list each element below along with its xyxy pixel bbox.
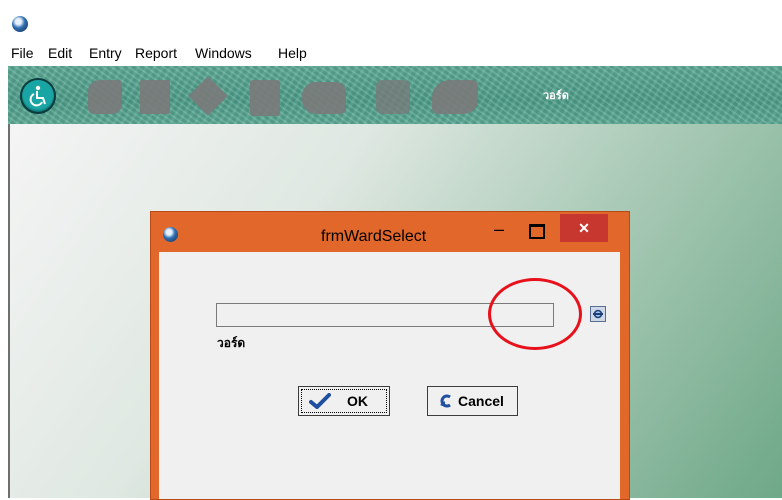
toolbar-people-icon[interactable]	[302, 82, 346, 114]
menu-bar: File Edit Entry Report Windows Help	[8, 40, 782, 66]
ok-label: OK	[347, 393, 368, 409]
toolbar-book-icon[interactable]	[140, 80, 170, 114]
window-titlebar	[8, 8, 782, 40]
toolbar-calculator-icon[interactable]	[376, 80, 410, 114]
menu-help[interactable]: Help	[278, 45, 307, 61]
checkmark-icon	[309, 393, 331, 409]
search-button-highlight	[488, 278, 582, 350]
menu-entry[interactable]: Entry	[89, 45, 122, 61]
dialog-title: frmWardSelect	[321, 228, 427, 245]
cancel-button[interactable]: Cancel	[427, 386, 518, 416]
maximize-button[interactable]	[529, 224, 545, 239]
menu-report[interactable]: Report	[135, 45, 177, 61]
ok-button[interactable]: OK	[298, 386, 390, 416]
search-icon[interactable]	[590, 306, 606, 322]
ward-select-dialog: frmWardSelect – ✕ วอร์ด OK Cancel	[150, 211, 630, 500]
app-icon[interactable]	[12, 16, 28, 32]
toolbar-ward-label: วอร์ด	[543, 90, 569, 102]
minimize-button[interactable]: –	[485, 220, 513, 242]
cancel-arrow-icon	[440, 394, 451, 408]
close-button[interactable]: ✕	[560, 214, 608, 242]
toolbar-form-icon[interactable]	[250, 80, 280, 116]
menu-file[interactable]: File	[11, 45, 34, 61]
cancel-label: Cancel	[458, 393, 504, 409]
toolbar: วอร์ด	[8, 66, 782, 124]
dialog-app-icon[interactable]	[163, 227, 178, 242]
toolbar-patient-icon[interactable]	[88, 80, 122, 114]
menu-edit[interactable]: Edit	[48, 45, 72, 61]
menu-windows[interactable]: Windows	[195, 45, 252, 61]
ward-field-label: วอร์ด	[217, 336, 246, 350]
toolbar-diamond-icon[interactable]	[188, 76, 228, 116]
wheelchair-icon[interactable]	[20, 78, 56, 114]
toolbar-ward-icon[interactable]	[432, 80, 478, 114]
